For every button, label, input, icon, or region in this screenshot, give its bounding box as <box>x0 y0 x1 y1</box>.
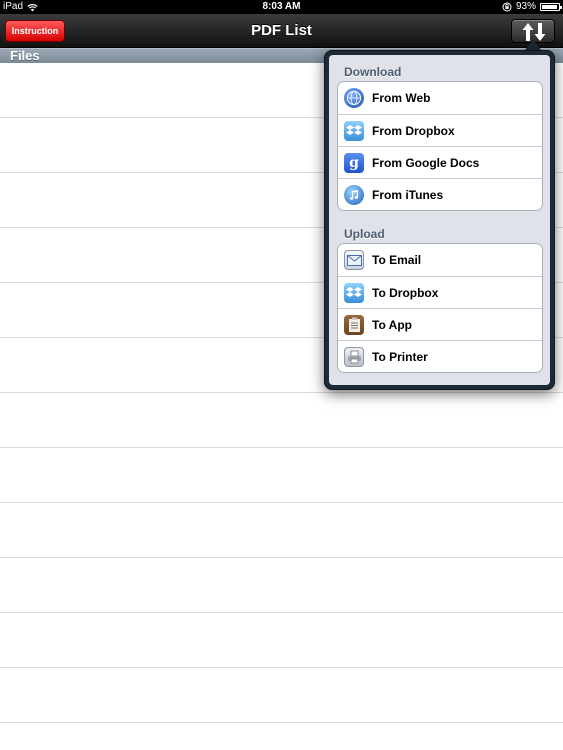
row-divider <box>0 447 563 448</box>
row-divider <box>0 557 563 558</box>
dropbox-icon <box>344 120 364 141</box>
menu-item-to-dropbox[interactable]: To Dropbox <box>338 276 542 308</box>
transfer-popover: Download From Web From Dropbox g From Go… <box>324 50 555 390</box>
menu-item-label: From Google Docs <box>372 155 480 170</box>
download-section-title: Download <box>344 65 402 79</box>
status-time: 8:03 AM <box>262 1 301 12</box>
menu-item-label: To App <box>372 317 412 332</box>
globe-icon <box>344 88 364 108</box>
menu-item-label: From Dropbox <box>372 123 455 138</box>
menu-item-label: From iTunes <box>372 187 444 202</box>
menu-item-label: To Dropbox <box>372 285 439 300</box>
navigation-bar: PDF List Instruction <box>0 14 563 48</box>
menu-item-to-app[interactable]: To App <box>338 308 542 340</box>
menu-item-label: From Web <box>372 91 431 105</box>
row-divider <box>0 392 563 393</box>
status-bar: iPad 8:03 AM 93% <box>0 0 563 14</box>
google-icon: g <box>344 152 364 173</box>
clipboard-icon <box>344 314 364 335</box>
upload-section-title: Upload <box>344 227 385 241</box>
menu-item-to-email[interactable]: To Email <box>338 244 542 276</box>
instruction-button[interactable]: Instruction <box>5 20 65 42</box>
battery-percent: 93% <box>515 1 536 12</box>
menu-item-from-google-docs[interactable]: g From Google Docs <box>338 146 542 178</box>
files-header-label: Files <box>10 48 40 63</box>
mail-icon <box>344 250 364 270</box>
dropbox-icon <box>344 282 364 303</box>
menu-item-from-web[interactable]: From Web <box>338 82 542 114</box>
page-title: PDF List <box>251 22 312 39</box>
menu-item-to-printer[interactable]: To Printer <box>338 340 542 372</box>
orientation-lock-icon <box>502 2 512 12</box>
menu-item-from-dropbox[interactable]: From Dropbox <box>338 114 542 146</box>
menu-item-label: To Email <box>372 253 422 267</box>
menu-item-label: To Printer <box>372 349 428 364</box>
itunes-icon <box>344 184 364 205</box>
battery-icon <box>540 3 562 11</box>
printer-icon <box>344 346 364 367</box>
upload-group: To Email To Dropbox To App To Printer <box>337 243 543 373</box>
row-divider <box>0 502 563 503</box>
row-divider <box>0 612 563 613</box>
row-divider <box>0 722 563 723</box>
row-divider <box>0 667 563 668</box>
download-group: From Web From Dropbox g From Google Docs… <box>337 81 543 211</box>
menu-item-from-itunes[interactable]: From iTunes <box>338 178 542 210</box>
up-down-arrows-icon <box>522 23 546 41</box>
